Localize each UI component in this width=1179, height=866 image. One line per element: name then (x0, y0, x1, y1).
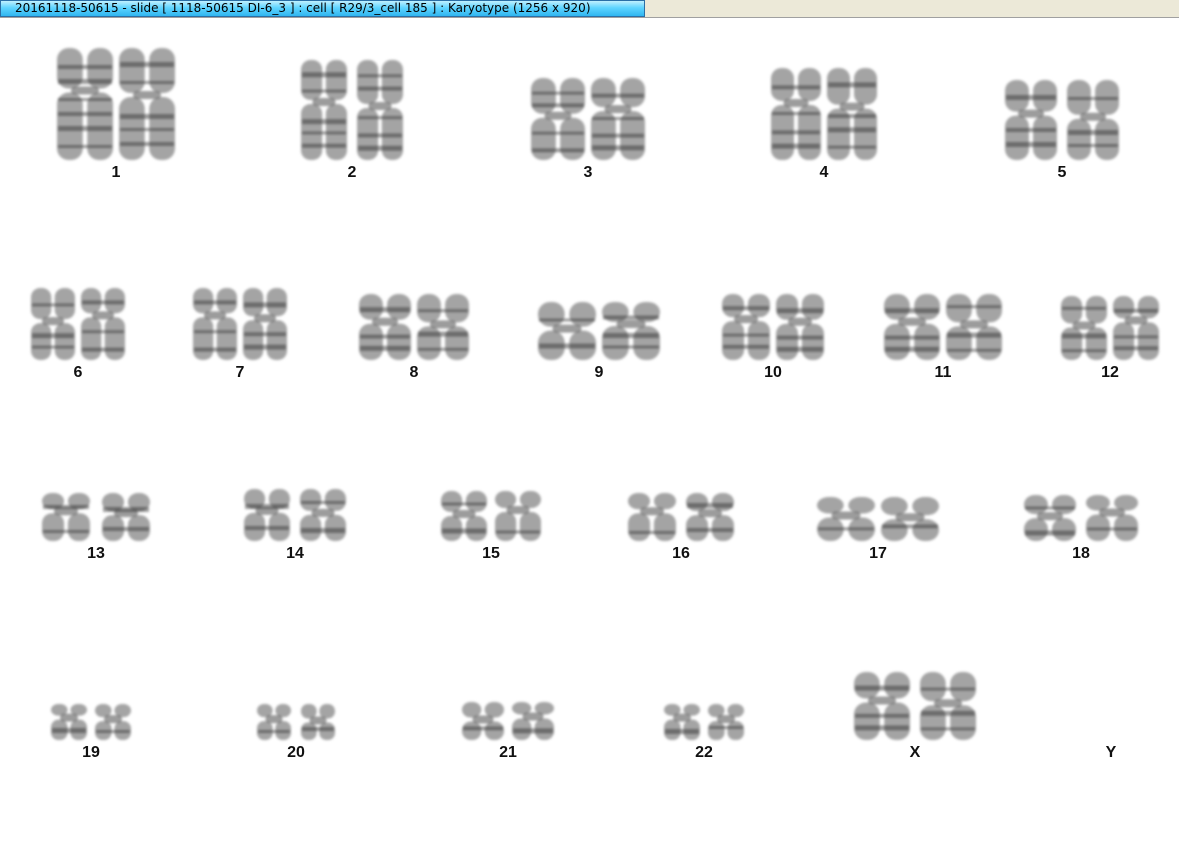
chromosome-label: 12 (1101, 364, 1119, 381)
chromosome-image[interactable] (301, 704, 335, 740)
chromosome-label: 2 (347, 164, 357, 181)
chromosome-image[interactable] (81, 288, 125, 360)
chromosome-pair-5: 5 (1005, 80, 1119, 186)
chromosome-image[interactable] (244, 489, 290, 541)
chromosome-image[interactable] (193, 288, 237, 360)
chromosome-label: 20 (287, 744, 305, 761)
chromosome-pair-7: 7 (193, 288, 287, 386)
chromosome-image[interactable] (771, 68, 821, 160)
chromosome-image[interactable] (257, 704, 291, 740)
chromosome-image[interactable] (359, 294, 411, 360)
window-title: 20161118-50615 - slide [ 1118-50615 DI-6… (0, 0, 645, 17)
chromosome-label: 10 (764, 364, 782, 381)
chromosome-pair-21: 21 (462, 702, 554, 766)
chromosome-label: 16 (672, 545, 690, 562)
chromosome-image[interactable] (884, 294, 940, 360)
chromosome-pair-1: 1 (57, 48, 175, 186)
chromosome-image[interactable] (708, 704, 744, 740)
chromosome-image[interactable] (722, 294, 770, 360)
chromosome-pair-16: 16 (628, 493, 734, 567)
chromosome-image[interactable] (300, 489, 346, 541)
chromosome-image[interactable] (946, 294, 1002, 360)
chromosome-image[interactable] (301, 60, 347, 160)
chromosome-image[interactable] (357, 60, 403, 160)
chromosome-image[interactable] (591, 78, 645, 160)
chromosome-image[interactable] (31, 288, 75, 360)
chromosome-pair-18: 18 (1024, 495, 1138, 567)
chromosome-label: 6 (73, 364, 83, 381)
chromosome-image[interactable] (827, 68, 877, 160)
karyotype-canvas: 1 2 3 4 5 6 7 8 9 10 11 12 13 14 15 16 17 18 19 20 21 22 X Y (0, 19, 1179, 866)
chromosome-image[interactable] (51, 704, 87, 740)
chromosome-image[interactable] (686, 493, 734, 541)
chromosome-label: 21 (499, 744, 517, 761)
chromosome-label: 3 (583, 164, 593, 181)
chromosome-label: 1 (111, 164, 121, 181)
chromosome-label: 13 (87, 545, 105, 562)
chromosome-image[interactable] (1086, 495, 1138, 541)
chromosome-image[interactable] (441, 491, 487, 541)
chromosome-label: Y (1105, 744, 1117, 761)
chromosome-image[interactable] (1061, 296, 1107, 360)
chromosome-image[interactable] (495, 491, 541, 541)
chromosome-pair-13: 13 (42, 493, 150, 567)
chromosome-label: 8 (409, 364, 419, 381)
chromosome-pair-11: 11 (884, 294, 1002, 386)
chromosome-image[interactable] (1113, 296, 1159, 360)
chromosome-pair-y: Y (1101, 740, 1121, 766)
chromosome-label: 11 (934, 364, 952, 381)
chromosome-image[interactable] (57, 48, 113, 160)
chromosome-label: 5 (1057, 164, 1067, 181)
chromosome-pair-20: 20 (257, 704, 335, 766)
chromosome-image[interactable] (417, 294, 469, 360)
chromosome-image[interactable] (602, 302, 660, 360)
chromosome-pair-2: 2 (301, 60, 403, 186)
chromosome-image[interactable] (462, 702, 504, 740)
chromosome-image[interactable] (512, 702, 554, 740)
chromosome-label: 7 (235, 364, 245, 381)
chromosome-image[interactable] (538, 302, 596, 360)
chromosome-pair-15: 15 (441, 491, 541, 567)
chromosome-image[interactable] (854, 672, 910, 740)
chromosome-pair-22: 22 (664, 704, 744, 766)
chromosome-pair-3: 3 (531, 78, 645, 186)
chromosome-image[interactable] (776, 294, 824, 360)
chromosome-image[interactable] (119, 48, 175, 160)
chromosome-label: 15 (482, 545, 500, 562)
chromosome-image[interactable] (664, 704, 700, 740)
chromosome-image[interactable] (1005, 80, 1057, 160)
chromosome-image[interactable] (817, 497, 875, 541)
chromosome-image[interactable] (42, 493, 90, 541)
chromosome-label: 18 (1072, 545, 1090, 562)
chromosome-pair-19: 19 (51, 704, 131, 766)
chromosome-pair-12: 12 (1061, 296, 1159, 386)
chromosome-pair-6: 6 (31, 288, 125, 386)
chromosome-pair-9: 9 (538, 302, 660, 386)
chromosome-image[interactable] (628, 493, 676, 541)
chromosome-pair-8: 8 (359, 294, 469, 386)
chromosome-label: 9 (594, 364, 604, 381)
chromosome-pair-10: 10 (722, 294, 824, 386)
chromosome-image[interactable] (881, 497, 939, 541)
chromosome-image[interactable] (920, 672, 976, 740)
chromosome-label: 4 (819, 164, 829, 181)
chromosome-image[interactable] (95, 704, 131, 740)
chromosome-image[interactable] (243, 288, 287, 360)
chromosome-image[interactable] (102, 493, 150, 541)
chromosome-image[interactable] (531, 78, 585, 160)
chromosome-label: 17 (869, 545, 887, 562)
chromosome-pair-4: 4 (771, 68, 877, 186)
chromosome-pair-17: 17 (817, 497, 939, 567)
chromosome-image[interactable] (1067, 80, 1119, 160)
chromosome-pair-14: 14 (244, 489, 346, 567)
chromosome-pair-x: X (854, 672, 976, 766)
window-titlebar: 20161118-50615 - slide [ 1118-50615 DI-6… (0, 0, 1179, 18)
chromosome-label: X (909, 744, 921, 761)
chromosome-label: 19 (82, 744, 100, 761)
chromosome-image[interactable] (1024, 495, 1076, 541)
chromosome-label: 22 (695, 744, 713, 761)
chromosome-label: 14 (286, 545, 304, 562)
